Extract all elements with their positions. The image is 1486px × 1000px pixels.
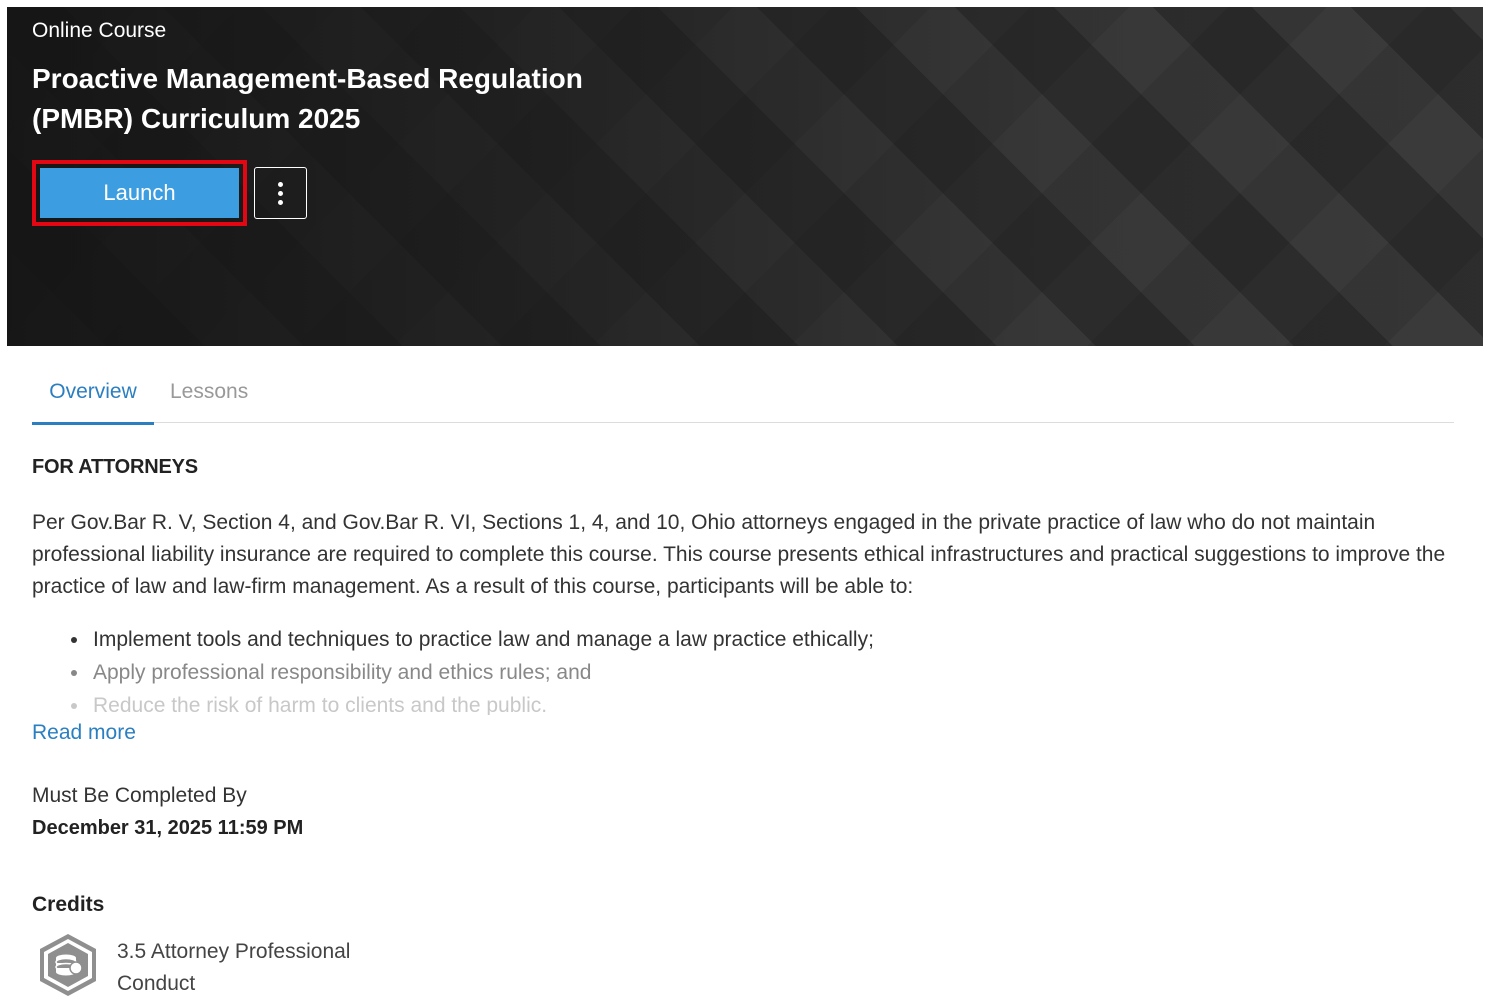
tab-overview[interactable]: Overview [32,380,154,425]
due-date-label: Must Be Completed By [32,784,247,807]
learning-objectives-list: Implement tools and techniques to practi… [32,623,1486,715]
course-type-label: Online Course [32,19,167,42]
credit-coins-icon [40,934,96,996]
credit-item-label: 3.5 Attorney Professional Conduct [117,940,351,995]
launch-highlight-frame: Launch [32,160,247,226]
list-item: Reduce the risk of harm to clients and t… [71,689,1486,715]
course-tabs: Overview Lessons [32,368,1454,425]
more-options-button[interactable] [254,167,307,219]
list-item: Apply professional responsibility and et… [71,656,1486,689]
course-description: Per Gov.Bar R. V, Section 4, and Gov.Bar… [32,511,1446,598]
launch-button[interactable]: Launch [40,168,239,218]
course-hero-banner: Online Course Proactive Management-Based… [7,7,1483,346]
read-more-link[interactable]: Read more [32,721,136,745]
list-item: Implement tools and techniques to practi… [71,623,1486,656]
vertical-ellipsis-icon [278,181,283,187]
course-title: Proactive Management-Based Regulation (P… [32,63,583,134]
credits-heading: Credits [32,893,105,916]
due-date-value: December 31, 2025 11:59 PM [32,817,304,839]
tab-lessons[interactable]: Lessons [170,380,248,422]
overview-heading: FOR ATTORNEYS [32,456,198,478]
